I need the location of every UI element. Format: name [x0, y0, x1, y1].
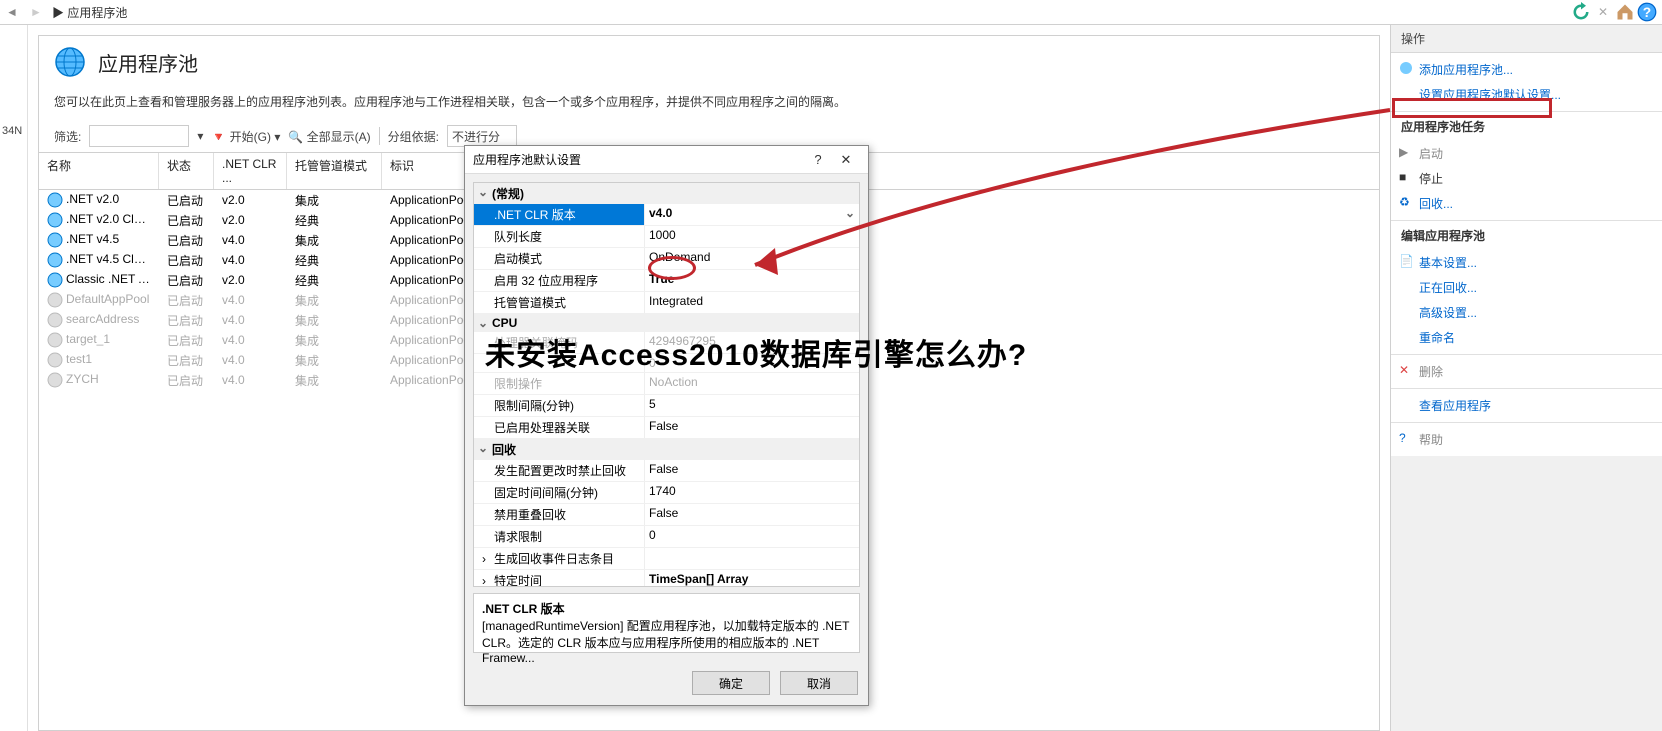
nav-back-icon[interactable]: ◄	[0, 5, 24, 19]
group-by-label: 分组依据:	[388, 128, 439, 145]
prop-enable-32bit[interactable]: 启用 32 位应用程序True	[474, 270, 859, 292]
action-recycling-settings[interactable]: 正在回收...	[1391, 275, 1662, 300]
action-advanced-settings[interactable]: 高级设置...	[1391, 300, 1662, 325]
play-icon: ▶	[1399, 145, 1413, 159]
prop-cpu-affinity[interactable]: 已启用处理器关联False	[474, 417, 859, 439]
action-set-defaults[interactable]: 设置应用程序池默认设置...	[1391, 82, 1662, 107]
chevron-down-icon[interactable]: ⌄	[845, 206, 855, 220]
prop-specific-time[interactable]: ›特定时间TimeSpan[] Array	[474, 570, 859, 587]
property-grid[interactable]: ⌄(常规) .NET CLR 版本v4.0 ⌄ 队列长度1000 启动模式OnD…	[473, 182, 860, 587]
dialog-help-button[interactable]: ?	[804, 152, 832, 167]
action-rename[interactable]: 重命名	[1391, 325, 1662, 350]
app-pool-small-icon	[47, 352, 63, 368]
prop-gen-log[interactable]: ›生成回收事件日志条目	[474, 548, 859, 570]
property-description: .NET CLR 版本 [managedRuntimeVersion] 配置应用…	[473, 593, 860, 653]
action-delete[interactable]: ✕删除	[1391, 359, 1662, 384]
prop-request-limit[interactable]: 请求限制0	[474, 526, 859, 548]
prop-limit-interval[interactable]: 限制间隔(分钟)5	[474, 395, 859, 417]
go-button[interactable]: 🔻 开始(G) ▾	[211, 128, 280, 145]
tree-node[interactable]: 34N	[0, 123, 27, 139]
prop-section-recycle[interactable]: ⌄回收	[474, 439, 859, 460]
expand-icon[interactable]: ›	[482, 574, 494, 587]
prop-disable-config-change[interactable]: 发生配置更改时禁止回收False	[474, 460, 859, 482]
app-pool-defaults-dialog: 应用程序池默认设置 ? ✕ ⌄(常规) .NET CLR 版本v4.0 ⌄ 队列…	[464, 145, 869, 706]
app-pool-small-icon	[47, 192, 63, 208]
action-stop[interactable]: ■停止	[1391, 166, 1662, 191]
ok-button[interactable]: 确定	[692, 671, 770, 695]
prop-clr-version[interactable]: .NET CLR 版本v4.0 ⌄	[474, 204, 859, 226]
app-pool-small-icon	[47, 292, 63, 308]
page-description: 您可以在此页上查看和管理服务器上的应用程序池列表。应用程序池与工作进程相关联，包…	[39, 88, 1379, 120]
toolbar-icons: ✕ ?	[1571, 2, 1662, 22]
nav-forward-icon[interactable]: ►	[24, 5, 48, 19]
col-clr[interactable]: .NET CLR ...	[214, 153, 287, 189]
app-pool-small-icon	[47, 212, 63, 228]
prop-disable-overlap[interactable]: 禁用重叠回收False	[474, 504, 859, 526]
show-all-button[interactable]: 🔍 全部显示(A)	[288, 128, 370, 145]
dialog-close-button[interactable]: ✕	[832, 152, 860, 168]
dialog-title: 应用程序池默认设置	[473, 151, 804, 168]
help-small-icon: ?	[1399, 431, 1413, 445]
app-pool-small-icon	[47, 252, 63, 268]
col-name[interactable]: 名称	[39, 153, 159, 189]
app-pool-small-icon	[47, 332, 63, 348]
app-pool-small-icon	[47, 272, 63, 288]
stop-square-icon: ■	[1399, 170, 1413, 184]
action-recycle[interactable]: ♻回收...	[1391, 191, 1662, 216]
prop-section-general[interactable]: ⌄(常规)	[474, 183, 859, 204]
dialog-titlebar[interactable]: 应用程序池默认设置 ? ✕	[465, 146, 868, 174]
prop-start-mode[interactable]: 启动模式OnDemand	[474, 248, 859, 270]
app-pool-small-icon	[47, 232, 63, 248]
actions-title: 操作	[1391, 25, 1662, 53]
breadcrumb[interactable]: ▶ 应用程序池	[48, 4, 1571, 21]
collapse-icon[interactable]: ⌄	[478, 185, 492, 202]
expand-icon[interactable]: ›	[482, 552, 494, 566]
col-pipeline[interactable]: 托管管道模式	[287, 153, 382, 189]
app-pool-icon	[54, 46, 86, 78]
address-bar: ◄ ► ▶ 应用程序池 ✕ ?	[0, 0, 1662, 25]
cancel-button[interactable]: 取消	[780, 671, 858, 695]
action-help[interactable]: ?帮助	[1391, 427, 1662, 452]
home-icon[interactable]	[1615, 2, 1635, 22]
filter-label: 筛选:	[54, 128, 81, 145]
overlay-caption: 未安装Access2010数据库引擎怎么办?	[485, 330, 1027, 374]
action-add-app-pool[interactable]: 添加应用程序池...	[1391, 57, 1662, 82]
col-status[interactable]: 状态	[159, 153, 214, 189]
actions-edit-title: 编辑应用程序池	[1391, 221, 1662, 250]
group-by-select[interactable]: 不进行分	[447, 125, 517, 147]
page-title: 应用程序池	[98, 48, 198, 77]
refresh-icon[interactable]	[1571, 2, 1591, 22]
prop-limit-action[interactable]: 限制操作NoAction	[474, 373, 859, 395]
action-basic-settings[interactable]: 📄基本设置...	[1391, 250, 1662, 275]
actions-tasks-title: 应用程序池任务	[1391, 112, 1662, 141]
prop-fixed-interval[interactable]: 固定时间间隔(分钟)1740	[474, 482, 859, 504]
actions-panel: 操作 添加应用程序池... 设置应用程序池默认设置... 应用程序池任务 ▶启动…	[1390, 25, 1662, 731]
connections-tree-sidebar: 34N	[0, 25, 28, 731]
svg-text:?: ?	[1643, 5, 1651, 20]
help-icon[interactable]: ?	[1637, 2, 1657, 22]
action-view-apps[interactable]: 查看应用程序	[1391, 393, 1662, 418]
action-start[interactable]: ▶启动	[1391, 141, 1662, 166]
prop-queue-length[interactable]: 队列长度1000	[474, 226, 859, 248]
collapse-icon[interactable]: ⌄	[478, 441, 492, 458]
delete-icon: ✕	[1399, 363, 1413, 377]
collapse-icon[interactable]: ⌄	[478, 316, 492, 330]
filter-input[interactable]	[89, 125, 189, 147]
stop-icon[interactable]: ✕	[1593, 2, 1613, 22]
recycle-icon: ♻	[1399, 195, 1413, 209]
app-pool-small-icon	[47, 312, 63, 328]
prop-managed-pipeline[interactable]: 托管管道模式Integrated	[474, 292, 859, 314]
settings-icon: 📄	[1399, 254, 1413, 268]
app-pool-small-icon	[47, 372, 63, 388]
